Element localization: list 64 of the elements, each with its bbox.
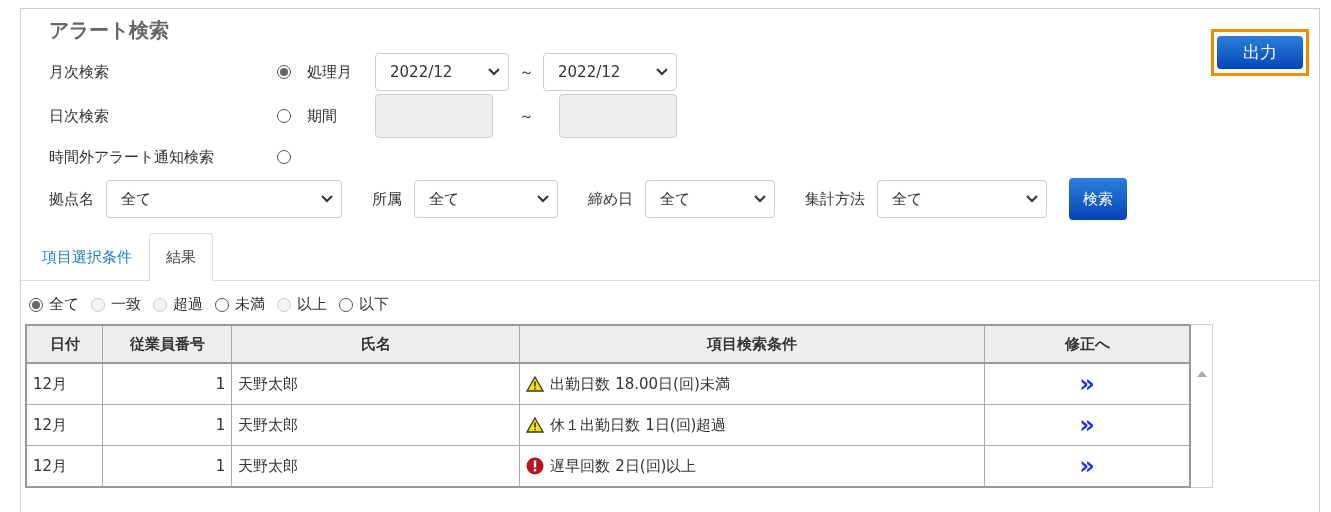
tab[interactable]: 結果 [149,233,213,281]
radio-button[interactable] [277,150,291,164]
table-cell: 1 [102,404,232,446]
column-header: 項目検索条件 [519,325,985,363]
scroll-up-icon[interactable] [1196,371,1207,377]
field-label: 処理月 [307,62,353,82]
radio-label: 全て [49,295,79,314]
radio-label: 以下 [359,295,389,314]
chevron-icon [488,68,500,76]
radio-label: 以上 [297,295,327,314]
filter-select[interactable]: 全て [414,180,558,218]
table-cell: 1 [102,363,232,405]
radio-button[interactable] [215,297,229,312]
filter-select[interactable]: 全て [645,180,775,218]
warning-icon [526,417,545,433]
chevron-icon [754,195,766,203]
table-cell: 天野太郎 [231,363,520,405]
column-header: 修正へ [984,325,1190,363]
month-select[interactable]: 2022/12 [375,53,509,91]
edit-link[interactable]: » [1079,370,1095,398]
radio-label: 超過 [173,295,203,314]
edit-link[interactable]: » [1079,452,1095,480]
warning-icon [526,376,545,392]
column-header: 日付 [26,325,103,363]
column-header: 従業員番号 [102,325,232,363]
filter-label: 拠点名 [49,189,94,209]
field-label: 期間 [307,106,338,126]
page-title: アラート検索 [49,17,169,44]
filter-select[interactable]: 全て [106,180,342,218]
chevron-icon [537,195,549,203]
chevron-icon [1026,195,1038,203]
radio-button[interactable] [29,297,43,312]
condition-text: 遅早回数 2日(回)以上 [550,456,697,476]
scrollbar[interactable] [1191,324,1213,488]
chevron-icon [321,195,333,203]
chevron-icon [656,68,668,76]
export-button[interactable]: 出力 [1217,36,1303,69]
mode-label: 時間外アラート通知検索 [49,147,215,167]
tilde: ～ [517,62,535,82]
tilde: ～ [517,106,535,126]
condition-text: 出勤日数 18.00日(回)未満 [550,374,730,394]
month-select[interactable]: 2022/12 [543,53,677,91]
table-cell: 12月 [26,363,103,405]
filter-label: 所属 [372,189,402,209]
condition-text: 休１出勤日数 1日(回)超過 [550,415,727,435]
radio-button[interactable] [339,297,353,312]
filter-label: 締め日 [588,189,633,209]
table-cell: 天野太郎 [231,404,520,446]
edit-link[interactable]: » [1079,411,1095,439]
filter-label: 集計方法 [805,189,865,209]
search-button[interactable]: 検索 [1069,178,1127,220]
radio-button[interactable] [277,65,291,79]
date-field[interactable] [559,94,677,138]
column-header: 氏名 [231,325,520,363]
error-icon [526,457,545,475]
radio-button[interactable] [277,109,291,123]
radio-label: 一致 [111,295,141,314]
mode-label: 月次検索 [49,62,110,82]
filter-select[interactable]: 全て [877,180,1047,218]
tab[interactable]: 項目選択条件 [25,233,149,281]
radio-label: 未満 [235,295,265,314]
table-cell: 12月 [26,404,103,446]
mode-label: 日次検索 [49,106,110,126]
date-field[interactable] [375,94,493,138]
